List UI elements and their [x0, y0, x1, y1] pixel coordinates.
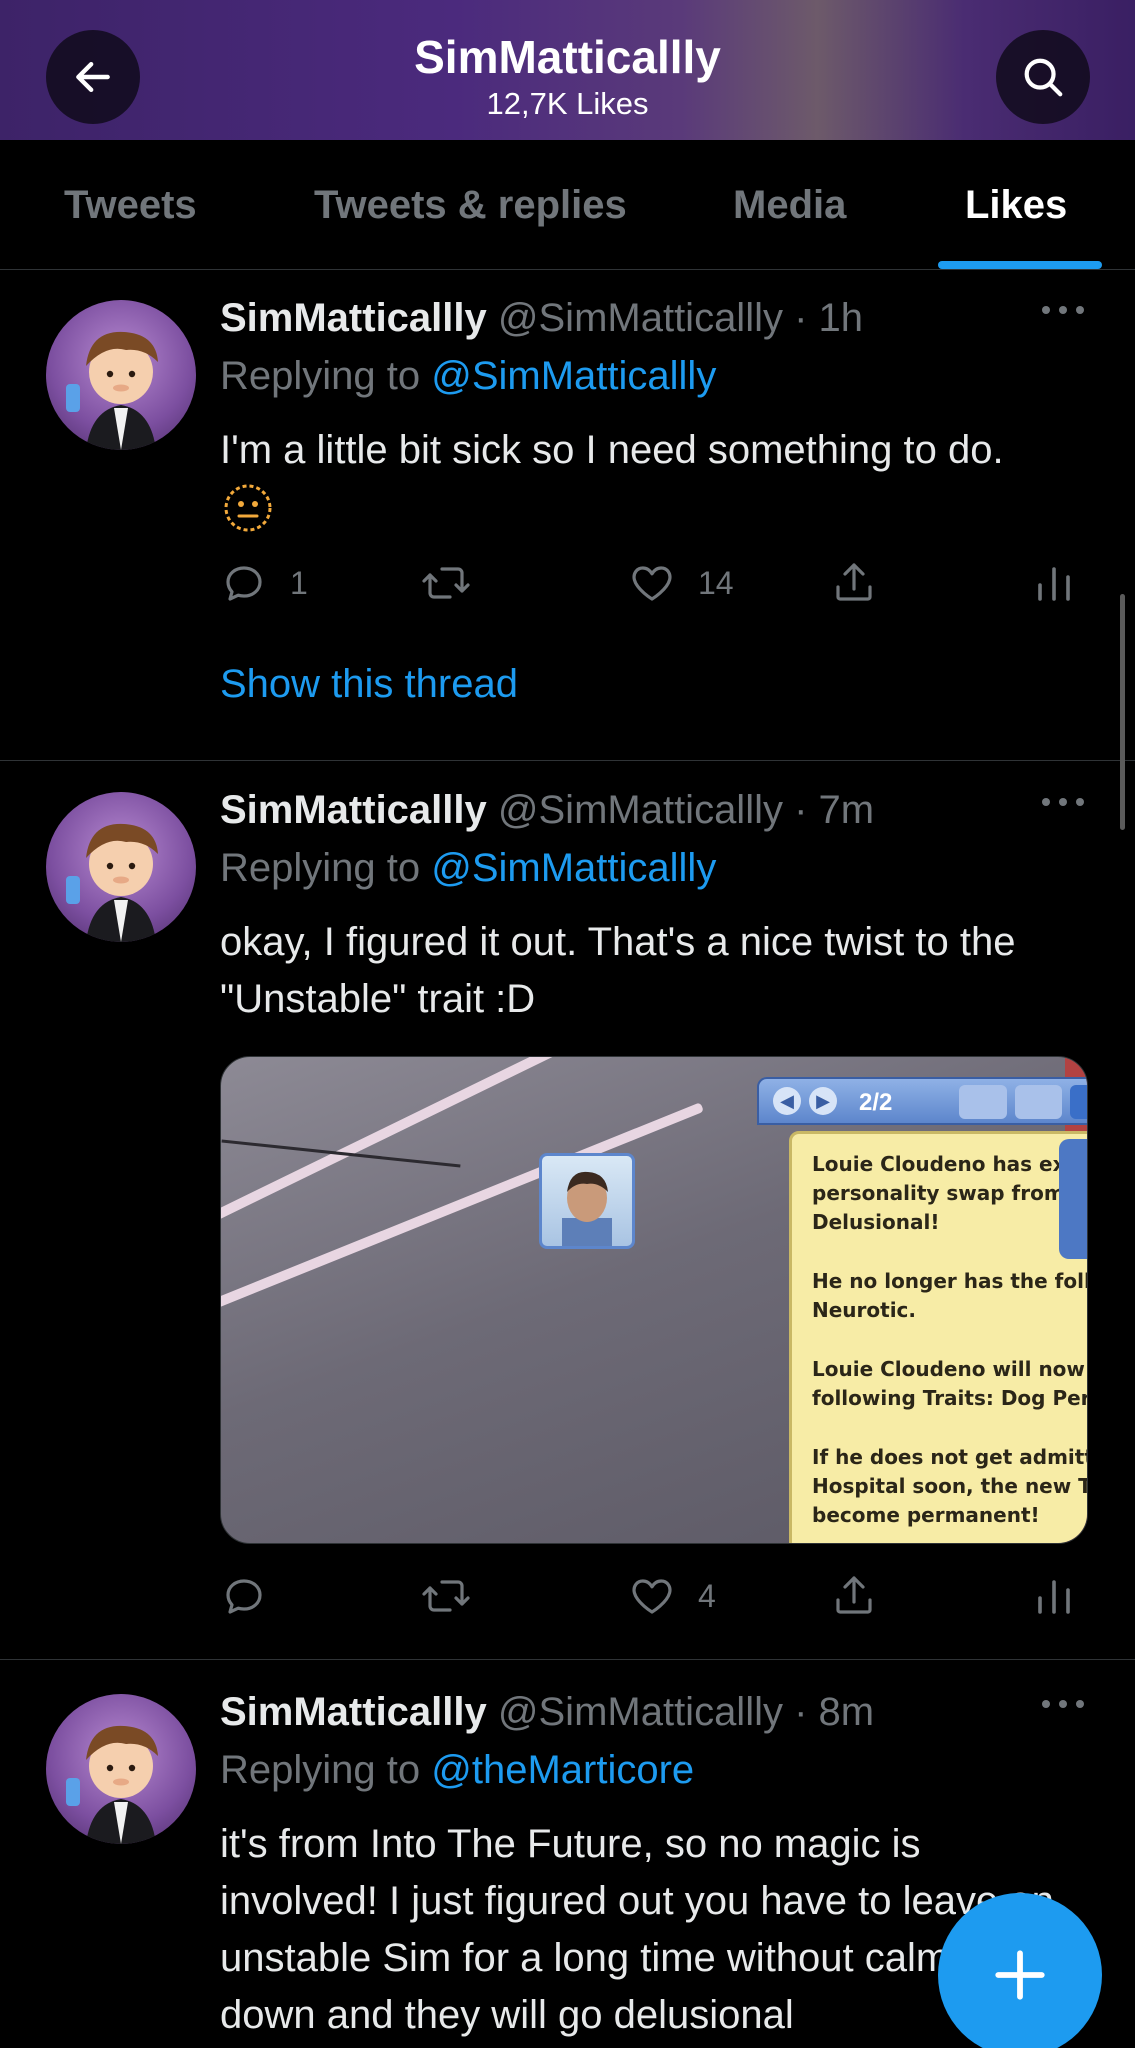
display-name[interactable]: SimMatticallly — [220, 1690, 487, 1734]
timestamp[interactable]: · 1h — [794, 296, 863, 340]
handle[interactable]: @SimMatticallly — [498, 788, 783, 832]
search-button[interactable] — [996, 30, 1090, 124]
reply-button[interactable] — [220, 1566, 268, 1626]
neutral-face-icon — [224, 484, 272, 532]
profile-tabs: Tweets Tweets & replies Media Likes — [0, 140, 1135, 270]
tweet-header: SimMatticallly @SimMatticallly · 8m — [220, 1690, 874, 1735]
sim-face-image — [562, 1171, 612, 1246]
notification-paragraph: If he does not get admitted to the Hospi… — [812, 1445, 1087, 1527]
reply-icon — [226, 566, 262, 601]
tweet-text: I'm a little bit sick so I need somethin… — [220, 428, 1004, 472]
tweet-header: SimMatticallly @SimMatticallly · 7m — [220, 788, 874, 833]
timestamp[interactable]: · 8m — [794, 1690, 874, 1734]
mention-link[interactable]: @SimMatticallly — [431, 354, 716, 398]
show-thread-link[interactable]: Show this thread — [220, 662, 518, 707]
avatar[interactable] — [46, 792, 196, 942]
plus-icon — [995, 1950, 1045, 2000]
tab-tweets-replies[interactable]: Tweets & replies — [314, 140, 627, 270]
avatar[interactable] — [46, 300, 196, 450]
compose-tweet-button[interactable] — [938, 1893, 1102, 2048]
more-icon[interactable] — [1040, 1694, 1086, 1714]
tweet-media-image[interactable]: ◀ ▶ 2/2 × Louie — [220, 1056, 1088, 1544]
analytics-button[interactable] — [1030, 1566, 1078, 1626]
like-button[interactable]: 14 — [628, 553, 734, 613]
like-button[interactable]: 4 — [628, 1566, 716, 1626]
notification-paragraph: Louie Cloudeno has experienced a persona… — [812, 1152, 1087, 1234]
avatar-image — [66, 1725, 158, 1844]
analytics-icon — [1038, 567, 1070, 601]
tweet-actions: 4 — [220, 1566, 1100, 1626]
reply-button[interactable]: 1 — [220, 553, 308, 613]
analytics-icon — [1038, 1580, 1070, 1614]
notification-message: × Louie Cloudeno has experienced a perso… — [789, 1131, 1088, 1543]
share-icon — [836, 563, 872, 601]
handle[interactable]: @SimMatticallly — [498, 296, 783, 340]
tweet[interactable]: SimMatticallly @SimMatticallly · 7m Repl… — [0, 762, 1135, 1660]
tweet-text: okay, I figured it out. That's a nice tw… — [220, 920, 1016, 1021]
share-icon — [836, 1576, 872, 1614]
notification-paragraph: Louie Cloudeno will now have the followi… — [812, 1357, 1088, 1410]
timestamp[interactable]: · 7m — [794, 788, 874, 832]
profile-name: SimMatticallly — [414, 31, 721, 83]
search-icon — [1024, 58, 1063, 97]
tab-media[interactable]: Media — [733, 140, 846, 270]
avatar[interactable] — [46, 1694, 196, 1844]
tweet-actions: 1 14 — [220, 553, 1100, 613]
mention-link[interactable]: @SimMatticallly — [431, 846, 716, 890]
heart-icon — [632, 566, 672, 601]
analytics-button[interactable] — [1030, 553, 1078, 613]
heart-icon — [632, 1579, 672, 1614]
tab-likes[interactable]: Likes — [965, 140, 1067, 270]
retweet-icon — [422, 567, 470, 599]
page-indicator: 2/2 — [859, 1089, 893, 1116]
avatar-image — [66, 331, 158, 450]
likes-count: 12,7K Likes — [486, 86, 649, 121]
share-button[interactable] — [830, 1566, 878, 1626]
notification-category-icons — [959, 1085, 1087, 1119]
side-tab — [1059, 1139, 1087, 1259]
sim-portrait — [539, 1153, 635, 1249]
tweet-header: SimMatticallly @SimMatticallly · 1h — [220, 296, 863, 341]
more-icon[interactable] — [1040, 300, 1086, 320]
scrollbar[interactable] — [1120, 594, 1125, 830]
road-line — [221, 1139, 461, 1168]
mention-link[interactable]: @theMarticore — [431, 1748, 694, 1792]
profile-header: SimMatticallly 12,7K Likes — [0, 0, 1135, 140]
prev-icon[interactable]: ◀ — [773, 1087, 801, 1115]
reply-icon — [226, 1579, 262, 1614]
retweet-icon — [422, 1580, 470, 1612]
more-icon[interactable] — [1040, 792, 1086, 812]
simoleon-icon[interactable] — [959, 1085, 1007, 1119]
mail-icon[interactable] — [1070, 1085, 1087, 1119]
share-button[interactable] — [830, 553, 878, 613]
display-name[interactable]: SimMatticallly — [220, 296, 487, 340]
like-count: 4 — [698, 1577, 716, 1614]
display-name[interactable]: SimMatticallly — [220, 788, 487, 832]
replying-to: Replying to @SimMatticallly — [220, 846, 717, 890]
replying-to: Replying to @theMarticore — [220, 1748, 695, 1792]
replying-to: Replying to @SimMatticallly — [220, 354, 717, 398]
tweet[interactable]: SimMatticallly @SimMatticallly · 1h Repl… — [0, 270, 1135, 761]
next-icon[interactable]: ▶ — [809, 1087, 837, 1115]
lightbulb-icon[interactable] — [1014, 1085, 1063, 1119]
notification-paragraph: He no longer has the following Traits: N… — [812, 1269, 1088, 1322]
sim-notification-panel: ◀ ▶ 2/2 × Louie — [539, 1073, 1088, 1543]
active-tab-indicator — [938, 261, 1102, 269]
retweet-button[interactable] — [420, 1566, 472, 1626]
like-count: 14 — [698, 564, 734, 601]
tab-tweets[interactable]: Tweets — [64, 140, 197, 270]
avatar-image — [66, 823, 158, 942]
notification-tabbar: ◀ ▶ 2/2 — [757, 1077, 1087, 1125]
retweet-button[interactable] — [420, 553, 472, 613]
handle[interactable]: @SimMatticallly — [498, 1690, 783, 1734]
reply-count: 1 — [290, 564, 308, 601]
